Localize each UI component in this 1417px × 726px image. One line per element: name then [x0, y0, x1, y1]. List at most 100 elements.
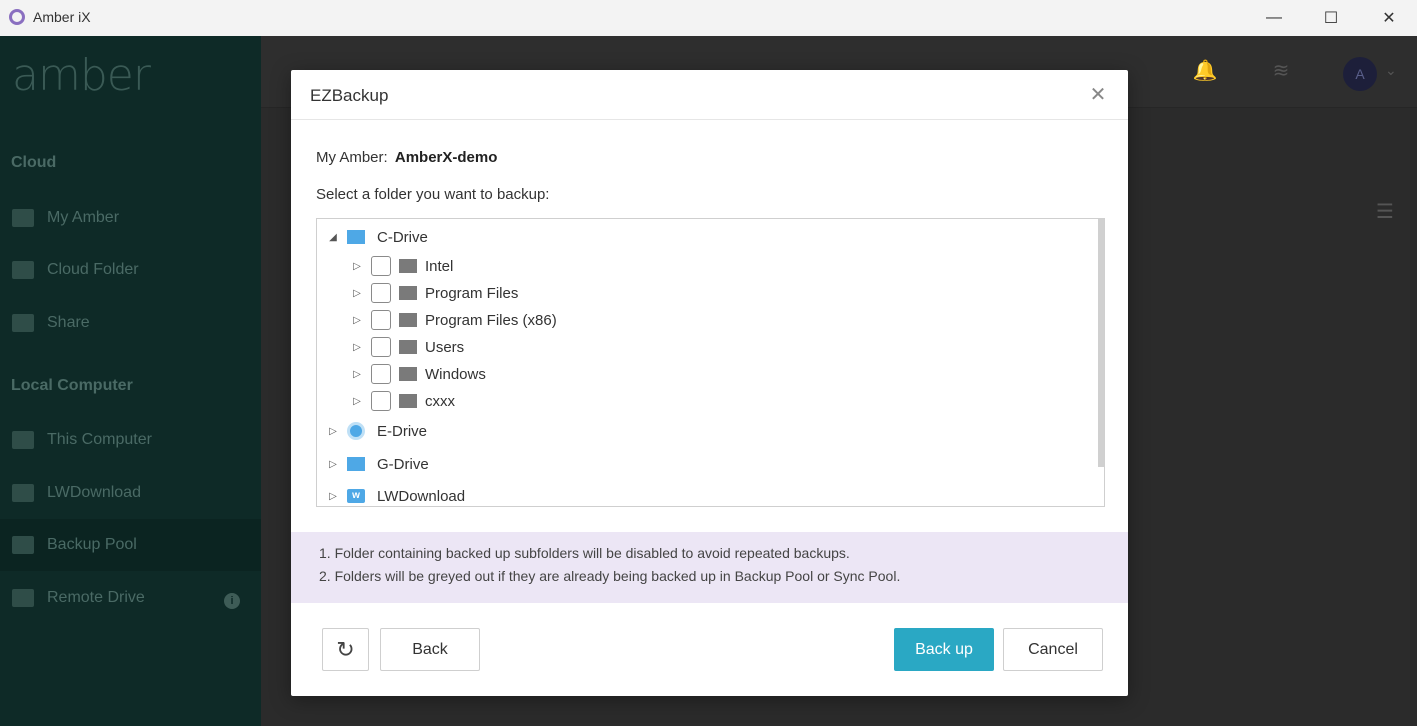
window-title: Amber iX [33, 9, 91, 25]
expand-triangle-icon[interactable]: ▷ [351, 261, 363, 272]
tree-scrollbar[interactable] [1098, 219, 1104, 506]
cloud-folder-icon [12, 261, 34, 279]
note-item: 2. Folders will be greyed out if they ar… [319, 568, 901, 584]
sidebar-item-this-computer[interactable]: This Computer [0, 414, 261, 466]
tree-node-program-files[interactable]: ▷ Program Files [351, 281, 518, 305]
chevron-down-icon[interactable]: ⌄ [1385, 62, 1397, 79]
folder-checkbox[interactable] [371, 337, 391, 357]
tree-node-intel[interactable]: ▷ Intel [351, 254, 453, 278]
expand-triangle-icon[interactable]: ▷ [327, 426, 339, 437]
disc-drive-icon [347, 422, 365, 440]
my-amber-value: AmberX-demo [394, 149, 498, 166]
computer-icon [12, 431, 34, 449]
close-window-button[interactable]: ✕ [1360, 0, 1417, 36]
sidebar-item-backup-pool[interactable]: Backup Pool [0, 519, 261, 571]
folder-icon [347, 457, 365, 471]
select-folder-label: Select a folder you want to backup: [316, 186, 550, 203]
my-amber-label: My Amber: [316, 149, 388, 166]
dialog-header: EZBackup ✕ [291, 70, 1128, 120]
refresh-button[interactable]: ↻ [322, 628, 369, 671]
folder-checkbox[interactable] [371, 310, 391, 330]
tree-node-users[interactable]: ▷ Users [351, 335, 464, 359]
share-icon [12, 314, 34, 332]
expand-triangle-icon[interactable]: ▷ [327, 491, 339, 502]
tree-node-cxxx[interactable]: ▷ cxxx [351, 389, 455, 413]
expand-triangle-icon[interactable]: ▷ [351, 288, 363, 299]
tree-node-c-drive[interactable]: ◢ C-Drive [327, 225, 428, 249]
folder-icon [399, 259, 417, 273]
tree-node-label: Windows [425, 365, 486, 383]
folder-checkbox[interactable] [371, 364, 391, 384]
scrollbar-thumb[interactable] [1098, 219, 1104, 467]
tree-node-label: cxxx [425, 392, 455, 410]
tree-node-lwdownload[interactable]: ▷ w LWDownload [327, 484, 466, 506]
tree-node-label: G-Drive [377, 455, 429, 473]
folder-checkbox[interactable] [371, 391, 391, 411]
sidebar-section-cloud: Cloud [11, 154, 57, 171]
lwdownload-icon: w [347, 489, 365, 503]
expand-triangle-icon[interactable]: ▷ [351, 396, 363, 407]
list-view-icon[interactable]: ☰ [1376, 199, 1394, 224]
my-amber-row: My Amber: AmberX-demo [316, 149, 497, 166]
sidebar-item-cloud-folder[interactable]: Cloud Folder [0, 244, 261, 296]
tree-node-e-drive[interactable]: ▷ E-Drive [327, 419, 427, 443]
info-icon[interactable]: i [224, 593, 240, 609]
cancel-button[interactable]: Cancel [1003, 628, 1103, 671]
folder-checkbox[interactable] [371, 283, 391, 303]
window-titlebar: Amber iX — ☐ ✕ [0, 0, 1417, 36]
bell-icon[interactable]: 🔔 [1192, 58, 1218, 84]
avatar[interactable]: A [1343, 57, 1377, 91]
remote-drive-icon [12, 589, 34, 607]
transfer-icon[interactable]: ≋ [1268, 58, 1294, 84]
collapse-triangle-icon[interactable]: ◢ [327, 232, 339, 243]
sidebar-item-label: This Computer [47, 431, 152, 448]
sidebar-item-my-amber[interactable]: My Amber [0, 192, 261, 244]
sidebar-section-local-computer: Local Computer [11, 377, 133, 394]
tree-node-label: E-Drive [377, 422, 428, 440]
folder-icon [399, 340, 417, 354]
sidebar-item-label: Backup Pool [47, 536, 137, 553]
tree-node-label: LWDownload [377, 487, 466, 505]
back-button[interactable]: Back [380, 628, 480, 671]
tree-node-label: Users [425, 338, 465, 356]
folder-icon [347, 230, 365, 244]
tree-node-windows[interactable]: ▷ Windows [351, 362, 486, 386]
folder-icon [399, 394, 417, 408]
close-icon[interactable]: ✕ [1088, 85, 1108, 105]
folder-icon [399, 286, 417, 300]
expand-triangle-icon[interactable]: ▷ [327, 459, 339, 470]
sidebar-item-label: My Amber [47, 209, 120, 226]
sidebar-item-lwdownload[interactable]: LWDownload [0, 467, 261, 519]
backup-button[interactable]: Back up [894, 628, 994, 671]
sidebar-item-label: Remote Drive [47, 589, 145, 606]
folder-icon [399, 313, 417, 327]
refresh-icon: ↻ [336, 636, 355, 662]
expand-triangle-icon[interactable]: ▷ [351, 369, 363, 380]
expand-triangle-icon[interactable]: ▷ [351, 342, 363, 353]
tree-node-label: Program Files [425, 284, 519, 302]
sidebar-item-label: LWDownload [47, 484, 141, 501]
maximize-button[interactable]: ☐ [1302, 0, 1360, 36]
expand-triangle-icon[interactable]: ▷ [351, 315, 363, 326]
amber-logo: amber [12, 50, 151, 101]
sidebar: amber Cloud My Amber Cloud Folder Share … [0, 36, 261, 726]
sidebar-item-remote-drive[interactable]: Remote Drive [0, 572, 261, 624]
tree-node-label: Program Files (x86) [425, 311, 557, 329]
sidebar-item-share[interactable]: Share [0, 297, 261, 349]
tree-node-label: Intel [425, 257, 454, 275]
tree-node-program-files-x86[interactable]: ▷ Program Files (x86) [351, 308, 557, 332]
folder-checkbox[interactable] [371, 256, 391, 276]
sidebar-item-label: Share [47, 314, 90, 331]
ezbackup-dialog: EZBackup ✕ My Amber: AmberX-demo Select … [291, 70, 1128, 696]
app-logo-icon [9, 9, 25, 25]
sidebar-item-label: Cloud Folder [47, 261, 139, 278]
folder-icon [12, 484, 34, 502]
dialog-title: EZBackup [310, 86, 389, 105]
folder-icon [399, 367, 417, 381]
tree-node-g-drive[interactable]: ▷ G-Drive [327, 452, 429, 476]
backup-pool-icon [12, 536, 34, 554]
minimize-button[interactable]: — [1245, 0, 1303, 36]
tree-node-label: C-Drive [377, 228, 428, 246]
folder-tree[interactable]: ◢ C-Drive ▷ Intel ▷ Program Files ▷ Prog… [316, 218, 1105, 507]
my-amber-icon [12, 209, 34, 227]
